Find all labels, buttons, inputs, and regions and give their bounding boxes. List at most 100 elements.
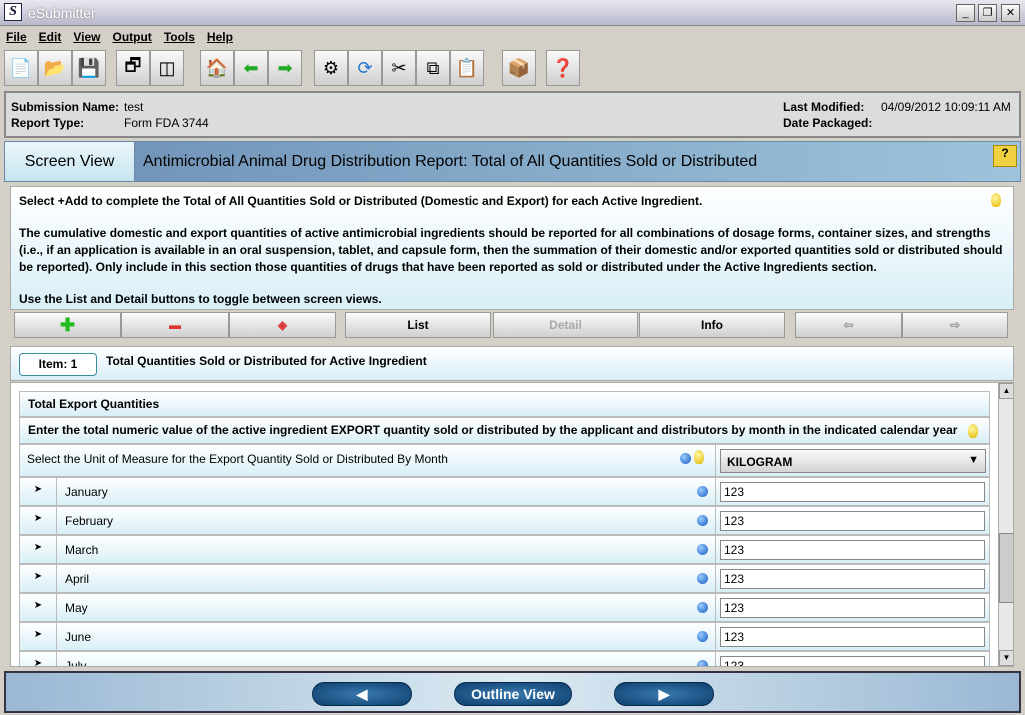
menu-edit[interactable]: Edit xyxy=(33,28,68,48)
instructions-panel: Select +Add to complete the Total of All… xyxy=(10,186,1014,310)
next-screen-button[interactable]: ▶ xyxy=(614,682,714,706)
month-quantity-input[interactable]: 123 xyxy=(720,540,985,560)
last-modified-label: Last Modified: xyxy=(783,100,865,114)
unit-label: Select the Unit of Measure for the Expor… xyxy=(27,452,448,466)
date-packaged-label: Date Packaged: xyxy=(783,116,873,130)
section-title: Total Export Quantities xyxy=(19,391,990,417)
delete-all-button[interactable]: ◈ xyxy=(229,312,336,338)
report-type-value: Form FDA 3744 xyxy=(124,116,209,130)
form-content: Total Export Quantities Enter the total … xyxy=(10,382,1014,667)
month-row: ➤ June 123 xyxy=(19,622,990,651)
section-prompt-text: Enter the total numeric value of the act… xyxy=(28,423,958,437)
expand-arrow-icon[interactable]: ➤ xyxy=(20,507,57,534)
section-prompt: Enter the total numeric value of the act… xyxy=(19,417,990,444)
app-icon: S xyxy=(4,3,22,21)
screen-view-tab[interactable]: Screen View xyxy=(5,142,135,181)
refresh-icon[interactable]: ⟳ xyxy=(348,50,382,86)
save-icon[interactable]: 💾 xyxy=(72,50,106,86)
menu-bar: File Edit View Output Tools Help xyxy=(0,28,239,48)
month-label: June xyxy=(65,630,92,644)
paste-icon[interactable]: 📋 xyxy=(450,50,484,86)
menu-tools[interactable]: Tools xyxy=(158,28,201,48)
previous-screen-button[interactable]: ◀ xyxy=(312,682,412,706)
forward-arrow-icon[interactable]: ➡ xyxy=(268,50,302,86)
expand-arrow-icon[interactable]: ➤ xyxy=(20,594,57,621)
month-label: May xyxy=(65,601,88,615)
unit-select-value: KILOGRAM xyxy=(727,455,793,469)
menu-file[interactable]: File xyxy=(0,28,33,48)
help-folder-icon[interactable]: ? xyxy=(993,145,1017,167)
month-row: ➤ February 123 xyxy=(19,506,990,535)
page-title: Antimicrobial Animal Drug Distribution R… xyxy=(143,153,758,170)
expand-arrow-icon[interactable]: ➤ xyxy=(20,565,57,592)
hint-bulb-icon[interactable] xyxy=(991,193,1001,207)
new-document-icon[interactable]: 📄 xyxy=(4,50,38,86)
instruction-text: Use the List and Detail buttons to toggl… xyxy=(19,292,382,306)
month-quantity-input[interactable]: 123 xyxy=(720,569,985,589)
month-row: ➤ January 123 xyxy=(19,477,990,506)
month-quantity-input[interactable]: 123 xyxy=(720,482,985,502)
expand-arrow-icon[interactable]: ➤ xyxy=(20,536,57,563)
menu-output[interactable]: Output xyxy=(106,28,157,48)
scroll-up-button[interactable]: ▲ xyxy=(999,383,1013,399)
submission-name-label: Submission Name: xyxy=(11,100,120,114)
vertical-scrollbar[interactable]: ▲ ▼ xyxy=(998,383,1013,666)
open-folder-icon[interactable]: 📂 xyxy=(38,50,72,86)
copy-icon[interactable]: ⧉ xyxy=(416,50,450,86)
item-title: Total Quantities Sold or Distributed for… xyxy=(106,354,427,368)
close-button[interactable]: ✕ xyxy=(1001,4,1020,22)
required-dot-icon xyxy=(697,631,708,642)
hint-bulb-icon[interactable] xyxy=(968,424,978,438)
minimize-button[interactable]: _ xyxy=(956,4,975,22)
menu-help[interactable]: Help xyxy=(201,28,239,48)
month-label: April xyxy=(65,572,90,586)
month-quantity-input[interactable]: 123 xyxy=(720,511,985,531)
screen-header: Screen View Antimicrobial Animal Drug Di… xyxy=(4,141,1021,182)
cut-icon[interactable]: ✂ xyxy=(382,50,416,86)
delete-button[interactable]: ▬ xyxy=(121,312,229,338)
submission-info-panel: Submission Name: test Report Type: Form … xyxy=(4,91,1021,138)
month-row: ➤ May 123 xyxy=(19,593,990,622)
expand-arrow-icon[interactable]: ➤ xyxy=(20,652,57,666)
month-label: February xyxy=(65,514,114,528)
month-quantity-input[interactable]: 123 xyxy=(720,627,985,647)
next-item-button[interactable]: ⇨ xyxy=(902,312,1008,338)
home-icon[interactable]: 🏠 xyxy=(200,50,234,86)
required-dot-icon xyxy=(697,515,708,526)
unit-select[interactable]: KILOGRAM ▼ xyxy=(720,449,986,473)
menu-view[interactable]: View xyxy=(67,28,106,48)
submission-name-value: test xyxy=(124,100,144,114)
instruction-text: Select +Add to complete the Total of All… xyxy=(19,194,703,208)
bottom-navigation: ◀ Outline View ▶ xyxy=(4,671,1021,713)
cascade-windows-icon[interactable]: 🗗 xyxy=(116,50,150,86)
hint-bulb-icon[interactable] xyxy=(694,450,704,464)
month-label: January xyxy=(65,485,108,499)
help-icon[interactable]: ❓ xyxy=(546,50,580,86)
scroll-down-button[interactable]: ▼ xyxy=(999,650,1013,666)
info-button[interactable]: Info xyxy=(639,312,785,338)
required-dot-icon xyxy=(697,602,708,613)
back-arrow-icon[interactable]: ⬅ xyxy=(234,50,268,86)
previous-item-button[interactable]: ⇦ xyxy=(795,312,902,338)
required-dot-icon xyxy=(697,573,708,584)
settings-run-icon[interactable]: ⚙ xyxy=(314,50,348,86)
instruction-text: The cumulative domestic and export quant… xyxy=(19,226,1003,274)
outline-view-button[interactable]: Outline View xyxy=(454,682,572,706)
expand-arrow-icon[interactable]: ➤ xyxy=(20,623,57,650)
month-row: ➤ July 123 xyxy=(19,651,990,666)
maximize-button[interactable]: ❐ xyxy=(978,4,997,22)
detail-button[interactable]: Detail xyxy=(493,312,638,338)
package-icon[interactable]: 📦 xyxy=(502,50,536,86)
list-button[interactable]: List xyxy=(345,312,491,338)
expand-arrow-icon[interactable]: ➤ xyxy=(20,478,57,505)
title-bar: S eSubmitter _ ❐ ✕ xyxy=(0,0,1025,26)
last-modified-value: 04/09/2012 10:09:11 AM xyxy=(881,100,1011,114)
item-badge: Item: 1 xyxy=(19,353,97,376)
required-dot-icon xyxy=(680,453,691,464)
add-button[interactable]: ✚ xyxy=(14,312,121,338)
split-view-icon[interactable]: ◫ xyxy=(150,50,184,86)
month-quantity-input[interactable]: 123 xyxy=(720,656,985,666)
month-quantity-input[interactable]: 123 xyxy=(720,598,985,618)
scroll-thumb[interactable] xyxy=(999,533,1013,603)
month-row: ➤ April 123 xyxy=(19,564,990,593)
